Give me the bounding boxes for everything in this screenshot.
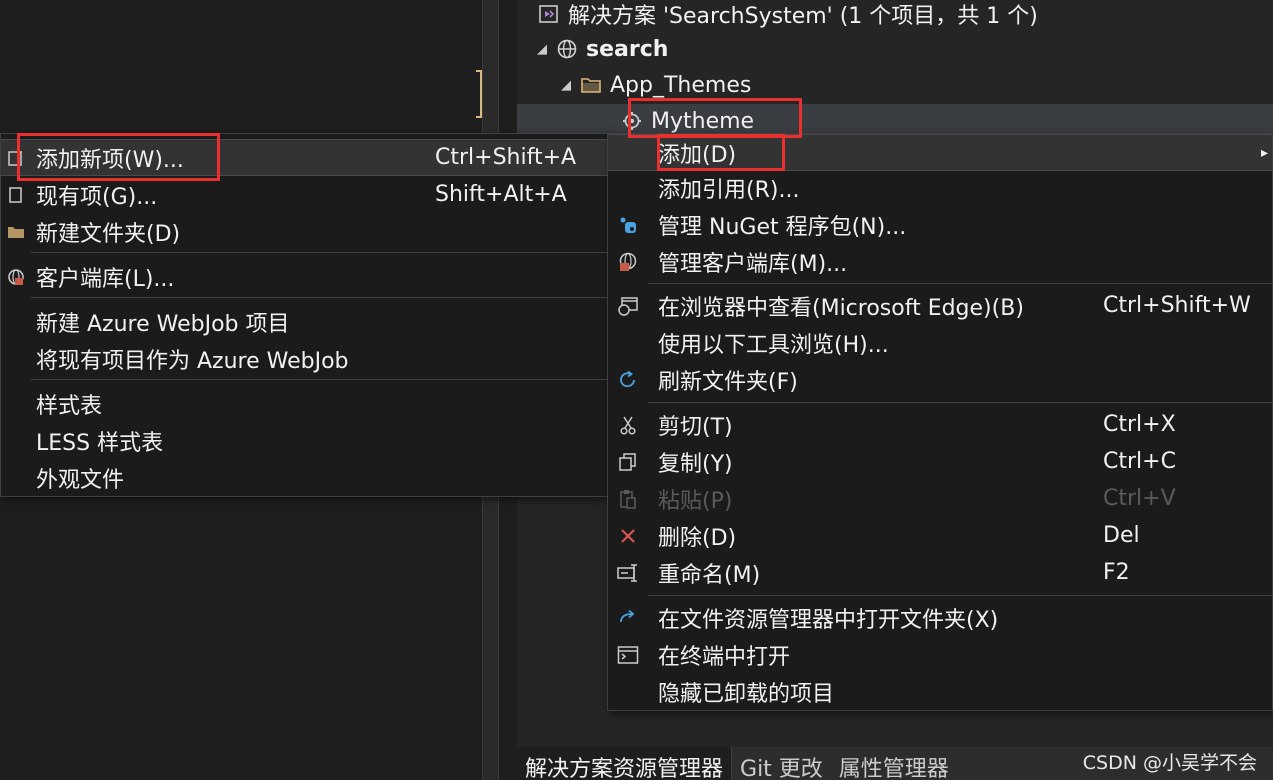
menu-item-add[interactable]: 添加(D) ▸ bbox=[608, 134, 1272, 171]
rename-icon bbox=[608, 554, 648, 591]
menu-item-label: 刷新文件夹(F) bbox=[658, 369, 798, 395]
menu-item-label: 复制(Y) bbox=[658, 451, 733, 477]
menu-item-label: 在文件资源管理器中打开文件夹(X) bbox=[658, 607, 999, 633]
menu-item-paste: 粘贴(P) Ctrl+V bbox=[608, 480, 1272, 517]
menu-item-label: 样式表 bbox=[36, 393, 103, 419]
menu-item-shortcut: Ctrl+C bbox=[1103, 449, 1176, 474]
folder-icon bbox=[1, 213, 31, 250]
menu-item-manage-nuget[interactable]: 管理 NuGet 程序包(N)... bbox=[608, 206, 1272, 243]
watermark-text: CSDN @小吴学不会 bbox=[1082, 752, 1257, 774]
menu-item-manage-client-libs[interactable]: 管理客户端库(M)... bbox=[608, 243, 1272, 280]
menu-separator bbox=[31, 297, 609, 298]
folder-label: App_Themes bbox=[610, 72, 752, 98]
menu-item-label: 使用以下工具浏览(H)... bbox=[658, 332, 889, 358]
menu-item-shortcut: Del bbox=[1103, 523, 1140, 548]
menu-separator bbox=[648, 595, 1272, 596]
add-submenu: 添加新项(W)... Ctrl+Shift+A 现有项(G)... Shift+… bbox=[0, 133, 610, 497]
browser-view-icon bbox=[608, 287, 648, 324]
menu-item-label: 在终端中打开 bbox=[658, 644, 791, 670]
client-library-icon bbox=[1, 258, 31, 295]
menu-item-label: 粘贴(P) bbox=[658, 488, 733, 514]
expand-folder-icon[interactable]: ◢ bbox=[554, 78, 578, 93]
menu-item-add-new-item[interactable]: 添加新项(W)... Ctrl+Shift+A bbox=[1, 139, 609, 176]
solution-icon bbox=[536, 3, 562, 25]
tree-row-folder[interactable]: ◢ App_Themes bbox=[554, 68, 751, 102]
menu-item-cut[interactable]: 剪切(T) Ctrl+X bbox=[608, 406, 1272, 443]
terminal-icon bbox=[608, 636, 648, 673]
tab-git-changes[interactable]: Git 更改 bbox=[732, 747, 831, 780]
client-library-icon bbox=[608, 243, 648, 280]
open-folder-icon bbox=[608, 599, 648, 636]
menu-item-label: 管理客户端库(M)... bbox=[658, 251, 848, 277]
new-item-icon bbox=[1, 139, 31, 176]
menu-separator bbox=[648, 402, 1272, 403]
refresh-icon bbox=[608, 361, 648, 398]
menu-item-delete[interactable]: 删除(D) Del bbox=[608, 517, 1272, 554]
menu-item-view-in-browser[interactable]: 在浏览器中查看(Microsoft Edge)(B) Ctrl+Shift+W bbox=[608, 287, 1272, 324]
menu-item-hide-unloaded[interactable]: 隐藏已卸载的项目 bbox=[608, 673, 1272, 710]
menu-item-new-azure-webjob[interactable]: 新建 Azure WebJob 项目 bbox=[1, 303, 609, 340]
menu-separator bbox=[31, 379, 609, 380]
menu-item-rename[interactable]: 重命名(M) F2 bbox=[608, 554, 1272, 591]
context-menu: 添加(D) ▸ 添加引用(R)... 管理 NuGet 程序包(N)... 管理… bbox=[607, 133, 1273, 711]
menu-item-less-stylesheet[interactable]: LESS 样式表 bbox=[1, 422, 609, 459]
menu-item-label: 添加(D) bbox=[658, 142, 737, 168]
menu-item-label: 重命名(M) bbox=[658, 562, 761, 588]
delete-icon bbox=[608, 517, 648, 554]
menu-item-shortcut: F2 bbox=[1103, 560, 1130, 585]
menu-item-open-in-explorer[interactable]: 在文件资源管理器中打开文件夹(X) bbox=[608, 599, 1272, 636]
expand-project-icon[interactable]: ◢ bbox=[530, 42, 554, 57]
existing-item-icon bbox=[1, 176, 31, 213]
menu-item-label: 管理 NuGet 程序包(N)... bbox=[658, 214, 907, 240]
menu-item-label: 现有项(G)... bbox=[36, 184, 158, 210]
menu-item-label: 客户端库(L)... bbox=[36, 266, 175, 292]
menu-item-shortcut: Ctrl+V bbox=[1103, 486, 1176, 511]
menu-item-label: 在浏览器中查看(Microsoft Edge)(B) bbox=[658, 295, 1024, 321]
menu-item-label: 外观文件 bbox=[36, 467, 125, 493]
menu-item-label: 剪切(T) bbox=[658, 414, 733, 440]
menu-item-shortcut: Ctrl+Shift+A bbox=[435, 145, 577, 170]
tree-row-project[interactable]: ◢ search bbox=[530, 32, 668, 66]
theme-label: Mytheme bbox=[651, 108, 755, 134]
menu-item-new-folder[interactable]: 新建文件夹(D) bbox=[1, 213, 609, 250]
tab-solution-explorer[interactable]: 解决方案资源管理器 bbox=[517, 747, 733, 780]
tab-property-manager[interactable]: 属性管理器 bbox=[831, 747, 957, 780]
project-label: search bbox=[586, 36, 669, 62]
menu-item-open-in-terminal[interactable]: 在终端中打开 bbox=[608, 636, 1272, 673]
folder-icon bbox=[578, 75, 604, 95]
menu-separator bbox=[31, 252, 609, 253]
menu-item-label: 添加引用(R)... bbox=[658, 177, 800, 203]
menu-item-label: 新建 Azure WebJob 项目 bbox=[36, 311, 290, 337]
copy-icon bbox=[608, 443, 648, 480]
menu-item-refresh-folder[interactable]: 刷新文件夹(F) bbox=[608, 361, 1272, 398]
menu-item-existing-item[interactable]: 现有项(G)... Shift+Alt+A bbox=[1, 176, 609, 213]
menu-item-stylesheet[interactable]: 样式表 bbox=[1, 385, 609, 422]
menu-item-label: LESS 样式表 bbox=[36, 430, 164, 456]
menu-item-shortcut: Ctrl+Shift+W bbox=[1103, 293, 1251, 318]
menu-item-label: 将现有项目作为 Azure WebJob bbox=[36, 348, 349, 374]
menu-item-label: 新建文件夹(D) bbox=[36, 221, 181, 247]
menu-item-label: 删除(D) bbox=[658, 525, 737, 551]
solution-label: 解决方案 'SearchSystem' (1 个项目，共 1 个) bbox=[568, 4, 1038, 29]
menu-separator bbox=[648, 283, 1272, 284]
theme-icon bbox=[619, 111, 645, 131]
menu-item-browse-with[interactable]: 使用以下工具浏览(H)... bbox=[608, 324, 1272, 361]
menu-item-copy[interactable]: 复制(Y) Ctrl+C bbox=[608, 443, 1272, 480]
menu-item-shortcut: Ctrl+X bbox=[1103, 412, 1176, 437]
tree-row-solution[interactable]: 解决方案 'SearchSystem' (1 个项目，共 1 个) bbox=[536, 0, 1038, 31]
web-project-icon bbox=[554, 38, 580, 60]
submenu-arrow-icon: ▸ bbox=[1260, 144, 1268, 161]
cut-icon bbox=[608, 406, 648, 443]
menu-item-label: 添加新项(W)... bbox=[36, 147, 184, 173]
nuget-icon bbox=[608, 206, 648, 243]
menu-item-add-reference[interactable]: 添加引用(R)... bbox=[608, 169, 1272, 206]
menu-item-skin-file[interactable]: 外观文件 bbox=[1, 459, 609, 496]
menu-item-label: 隐藏已卸载的项目 bbox=[658, 681, 835, 707]
paste-icon bbox=[608, 480, 648, 517]
menu-item-client-library[interactable]: 客户端库(L)... bbox=[1, 258, 609, 295]
menu-item-shortcut: Shift+Alt+A bbox=[435, 182, 567, 207]
menu-item-existing-as-webjob[interactable]: 将现有项目作为 Azure WebJob bbox=[1, 340, 609, 377]
